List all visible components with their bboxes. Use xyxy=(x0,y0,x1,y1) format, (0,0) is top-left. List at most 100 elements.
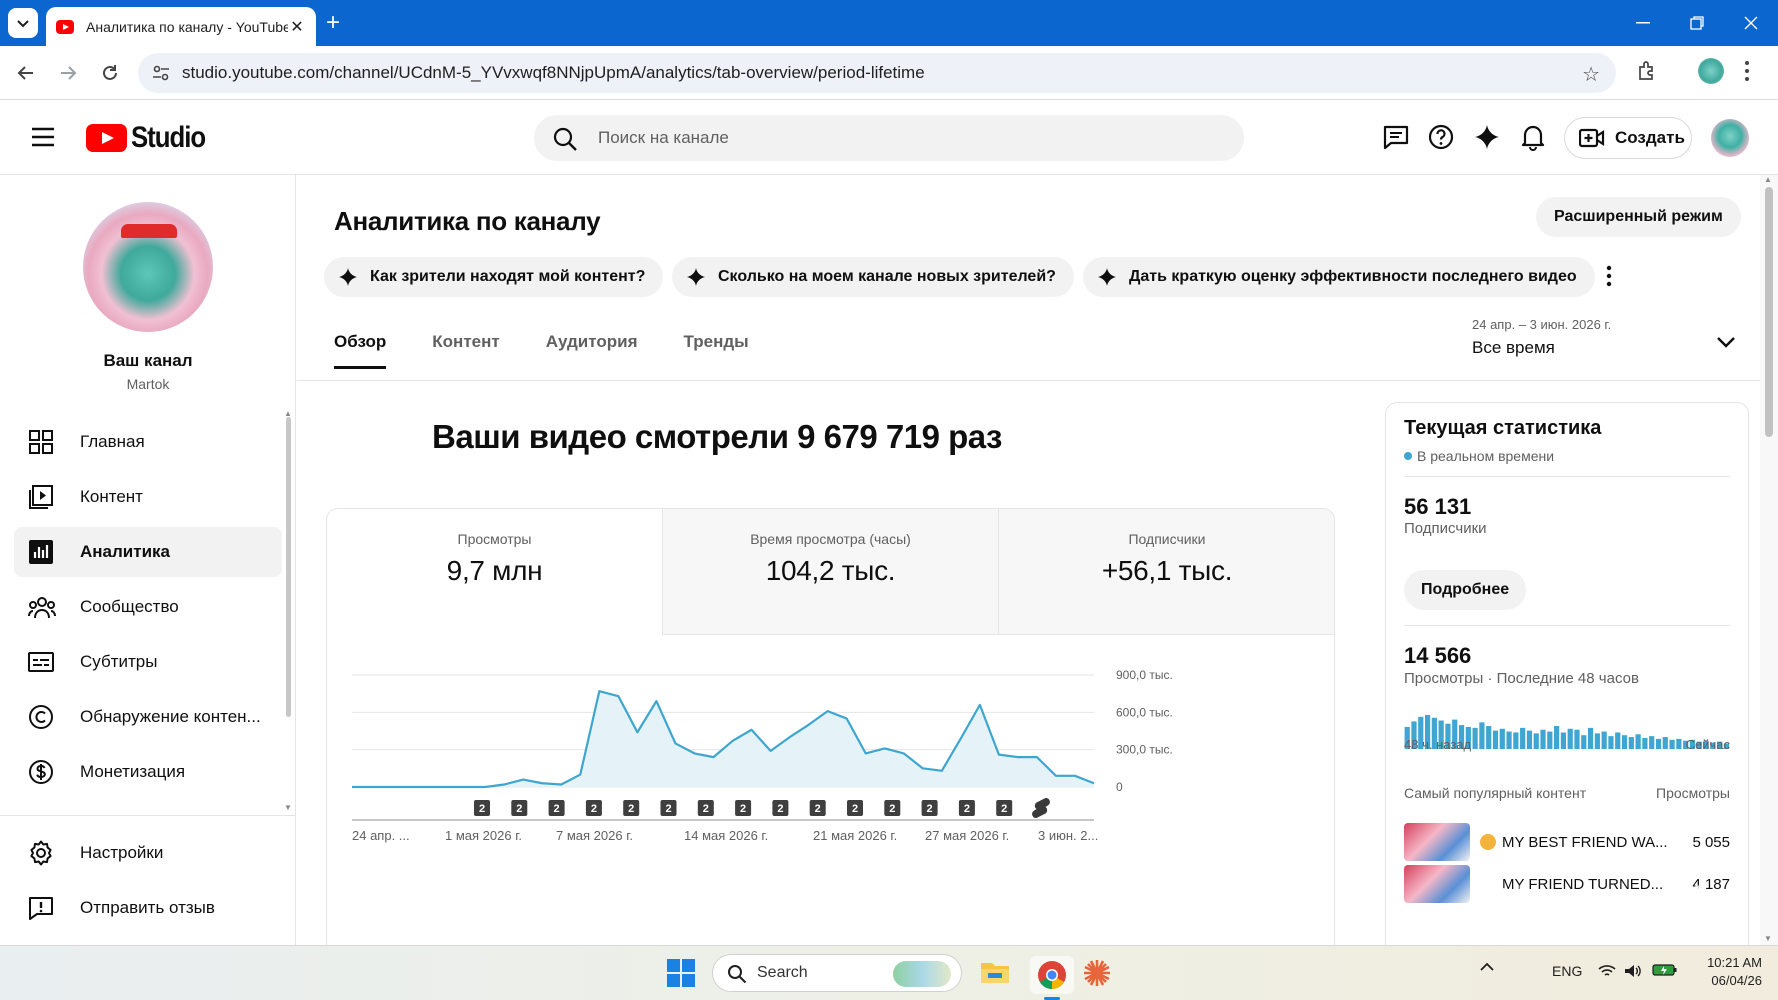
spark-bar xyxy=(1649,736,1655,749)
help-button[interactable] xyxy=(1427,123,1457,153)
popular-video-row[interactable]: MY BEST FRIEND WA... 5 055 xyxy=(1404,823,1730,861)
sidebar-item-label: Главная xyxy=(80,432,145,451)
restore-button[interactable] xyxy=(1674,0,1720,46)
tab-audience[interactable]: Аудитория xyxy=(546,332,638,366)
realtime-views-label: Просмотры · Последние 48 часов xyxy=(1404,670,1639,687)
browser-menu-button[interactable] xyxy=(1744,60,1750,82)
profile-avatar[interactable] xyxy=(1698,58,1724,84)
back-button[interactable] xyxy=(12,59,40,87)
metric-tab-watch-time[interactable]: Время просмотра (часы) 104,2 тыс. xyxy=(663,509,999,635)
sidebar-item-copyright[interactable]: Обнаружение контен... xyxy=(14,692,282,742)
hamburger-icon xyxy=(32,127,54,147)
scroll-up-icon[interactable]: ▲ xyxy=(1764,175,1772,184)
sparkle-icon xyxy=(687,268,705,286)
clock[interactable]: 10:21 AM 06/04/26 xyxy=(1698,954,1762,990)
upload-marker-count: 2 xyxy=(703,803,709,815)
feedback-messages-button[interactable] xyxy=(1382,123,1412,153)
studio-logo[interactable]: Studio xyxy=(86,121,217,155)
views-headline: Ваши видео смотрели 9 679 719 раз xyxy=(432,418,1002,455)
bell-icon xyxy=(1521,125,1545,151)
studio-header: Studio Поиск на канале Создать xyxy=(0,100,1778,175)
chips-more-button[interactable] xyxy=(1606,265,1612,287)
notifications-button[interactable] xyxy=(1519,123,1549,153)
search-icon xyxy=(553,127,577,151)
address-bar[interactable]: studio.youtube.com/channel/UCdnM-5_YVvxw… xyxy=(138,53,1616,93)
sidebar-item-feedback[interactable]: Отправить отзыв xyxy=(14,883,282,933)
start-button[interactable] xyxy=(667,959,695,987)
sidebar-item-label: Аналитика xyxy=(80,542,170,561)
channel-search-input[interactable]: Поиск на канале xyxy=(534,115,1244,161)
views-chart[interactable]: 900,0 тыс. 600,0 тыс. 300,0 тыс. 0 2 2 2 2 2 2 2 2 2… xyxy=(327,659,1335,945)
sidebar-item-dashboard[interactable]: Главная xyxy=(14,417,282,467)
close-icon xyxy=(1744,16,1758,30)
period-selector[interactable]: 24 апр. – 3 июн. 2026 г. Все время xyxy=(1472,317,1735,358)
scroll-down-icon[interactable]: ▼ xyxy=(284,803,292,812)
search-highlight-image xyxy=(893,961,951,987)
analytics-icon xyxy=(29,540,53,564)
sidebar-item-content[interactable]: Контент xyxy=(14,472,282,522)
metric-tab-subscribers[interactable]: Подписчики +56,1 тыс. xyxy=(999,509,1334,635)
ai-question-chip[interactable]: Как зрители находят мой контент? xyxy=(324,257,664,297)
sidebar-item-settings[interactable]: Настройки xyxy=(14,828,282,878)
advanced-mode-button[interactable]: Расширенный режим xyxy=(1536,197,1741,237)
settings-icon xyxy=(30,840,52,866)
taskbar-search[interactable]: Search xyxy=(712,954,962,992)
scrollbar-thumb[interactable] xyxy=(1765,187,1773,437)
forward-button[interactable] xyxy=(54,59,82,87)
live-indicator: В реальном времени xyxy=(1404,448,1554,464)
bookmark-star-icon[interactable]: ☆ xyxy=(1582,62,1600,87)
scroll-up-icon[interactable]: ▲ xyxy=(284,409,292,418)
extensions-button[interactable] xyxy=(1636,59,1660,83)
emoji-icon xyxy=(1480,834,1496,850)
tab-overview[interactable]: Обзор xyxy=(334,332,387,369)
details-button[interactable]: Подробнее xyxy=(1404,570,1527,610)
spark-bar xyxy=(1486,726,1492,749)
browser-tab-active[interactable]: Аналитика по каналу - YouTube ✕ xyxy=(46,7,316,46)
create-button[interactable]: Создать xyxy=(1564,117,1692,159)
ai-question-chip[interactable]: Сколько на моем канале новых зрителей? xyxy=(672,257,1074,297)
sidebar-item-monetization[interactable]: Монетизация xyxy=(14,747,282,797)
popular-metric-label: Просмотры xyxy=(1656,785,1730,801)
ai-sparkle-button[interactable] xyxy=(1473,123,1503,153)
upload-marker-count: 2 xyxy=(665,803,671,815)
chrome-button[interactable] xyxy=(1030,956,1074,994)
sidebar-item-community[interactable]: Сообщество xyxy=(14,582,282,632)
sidebar-item-analytics[interactable]: Аналитика xyxy=(14,527,282,577)
tab-title: Аналитика по каналу - YouTube xyxy=(86,18,288,35)
sidebar-scrollbar[interactable] xyxy=(286,417,291,717)
metric-tab-views[interactable]: Просмотры 9,7 млн xyxy=(327,509,663,635)
close-window-button[interactable] xyxy=(1728,0,1774,46)
chip-label: Как зрители находят мой контент? xyxy=(370,268,646,285)
sidebar-divider xyxy=(0,815,295,816)
ai-question-chip[interactable]: Дать краткую оценку эффективности послед… xyxy=(1083,257,1595,297)
clock-time: 10:21 AM xyxy=(1707,955,1762,970)
tab-search-button[interactable] xyxy=(8,8,38,38)
scroll-down-icon[interactable]: ▼ xyxy=(1764,934,1772,943)
menu-button[interactable] xyxy=(30,126,56,148)
analytics-main: Аналитика по каналу Расширенный режим Ка… xyxy=(297,175,1760,945)
account-avatar[interactable] xyxy=(1711,119,1749,157)
file-explorer-button[interactable] xyxy=(980,958,1010,986)
language-indicator[interactable]: ENG xyxy=(1552,963,1582,979)
spark-bar xyxy=(1513,732,1519,749)
site-settings-icon[interactable] xyxy=(152,64,170,82)
tab-content[interactable]: Контент xyxy=(432,332,499,366)
app-button[interactable] xyxy=(1082,958,1112,988)
new-tab-button[interactable]: + xyxy=(326,10,340,36)
battery-icon[interactable] xyxy=(1652,963,1678,977)
shorts-marker-icon xyxy=(1032,797,1050,819)
sidebar-item-subtitles[interactable]: Субтитры xyxy=(14,637,282,687)
volume-icon[interactable] xyxy=(1624,964,1642,978)
channel-avatar[interactable] xyxy=(83,202,213,332)
tab-trends[interactable]: Тренды xyxy=(684,332,749,366)
page-scrollbar[interactable]: ▲ ▼ xyxy=(1760,175,1778,945)
spark-bar xyxy=(1621,735,1628,749)
tab-close-icon[interactable]: ✕ xyxy=(288,17,306,37)
tray-overflow-icon[interactable] xyxy=(1480,961,1494,971)
minimize-button-2[interactable] xyxy=(1620,0,1666,46)
realtime-subscribers-label: Подписчики xyxy=(1404,520,1487,537)
reload-button[interactable] xyxy=(96,59,124,87)
spark-bar xyxy=(1594,733,1600,749)
spark-bar xyxy=(1520,727,1526,749)
wifi-icon[interactable] xyxy=(1598,964,1616,978)
